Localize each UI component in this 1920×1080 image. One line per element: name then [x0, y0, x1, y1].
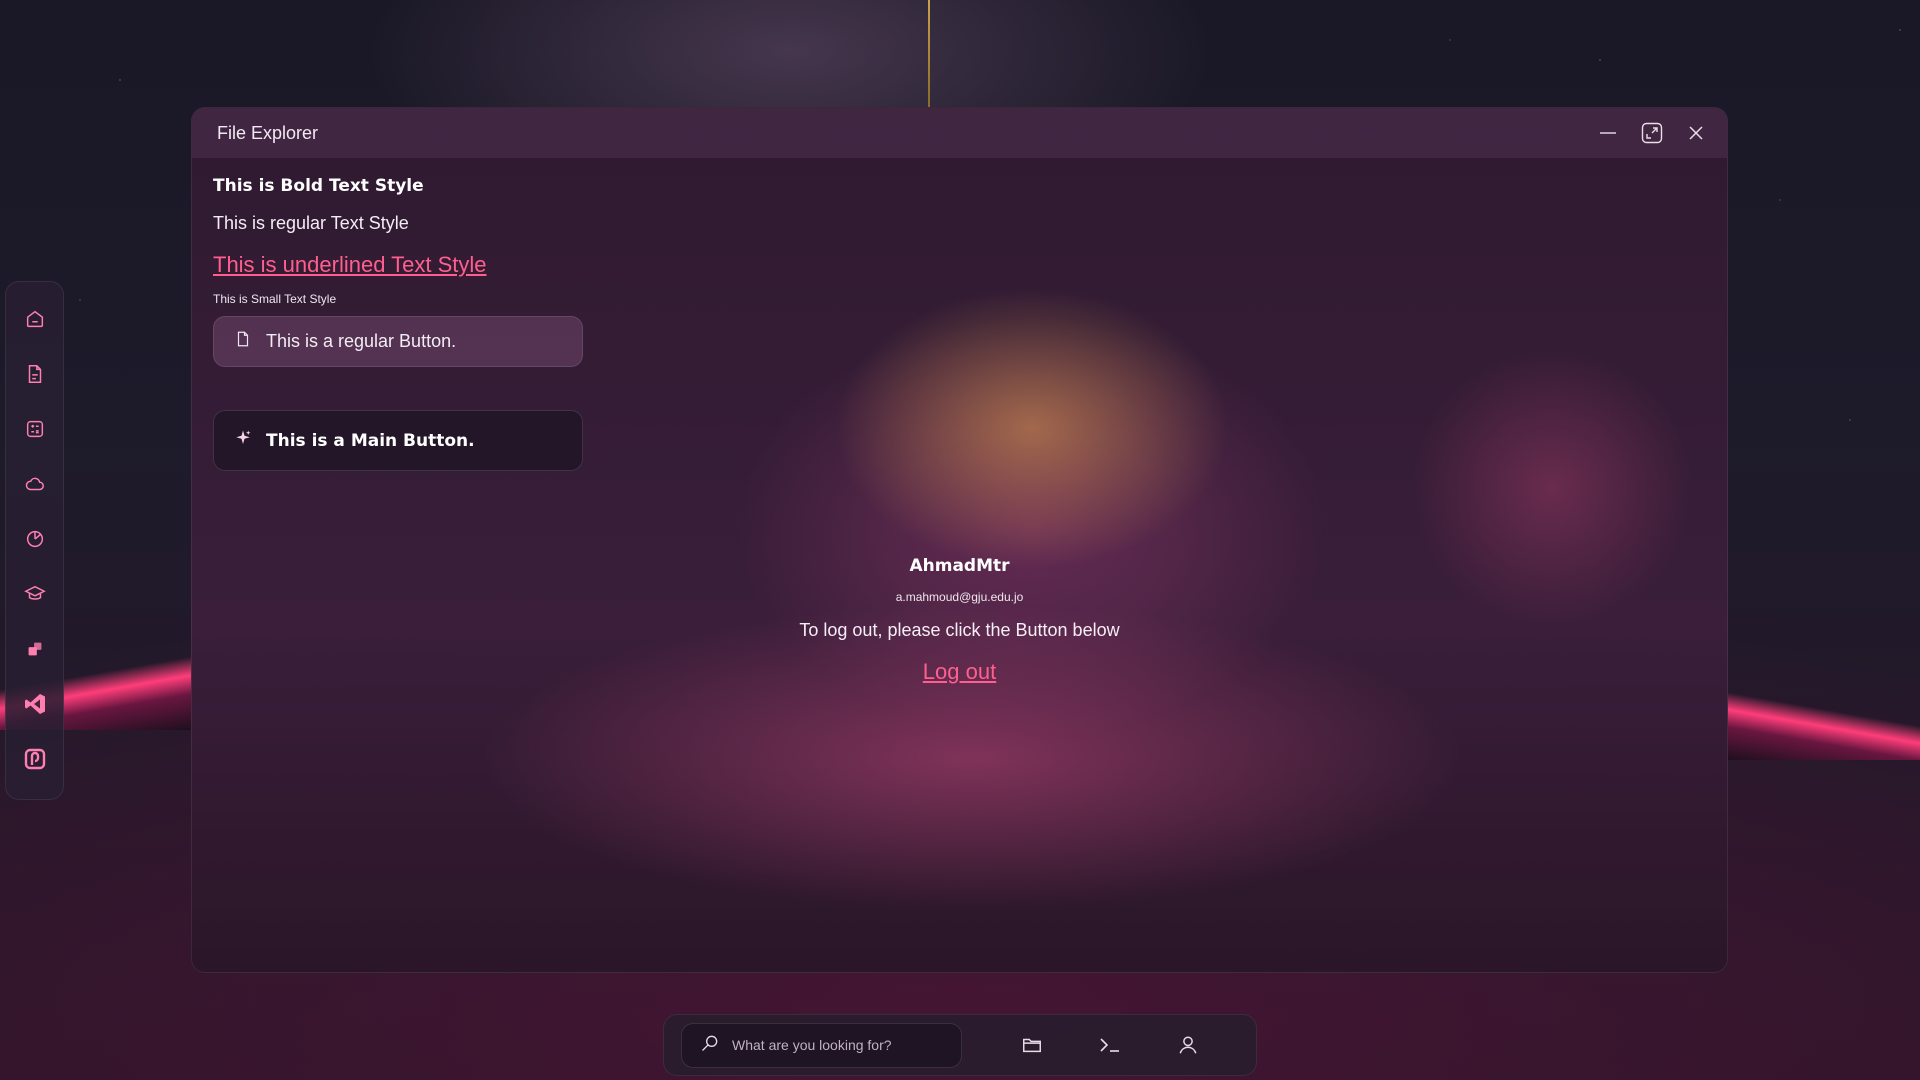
- window-titlebar[interactable]: File Explorer: [192, 108, 1727, 158]
- taskbar: [663, 1014, 1257, 1076]
- regular-button[interactable]: This is a regular Button.: [213, 316, 583, 367]
- side-dock: [5, 281, 64, 800]
- logout-message: To log out, please click the Button belo…: [799, 620, 1120, 640]
- calculator-icon[interactable]: [18, 412, 52, 446]
- terminal-icon[interactable]: [1098, 1033, 1122, 1057]
- profile-name: AhmadMtr: [909, 556, 1010, 576]
- wallpaper-horizon-right: [1720, 680, 1920, 760]
- app-icon[interactable]: [18, 632, 52, 666]
- minimize-icon[interactable]: [1597, 122, 1619, 144]
- search-box[interactable]: [681, 1022, 962, 1068]
- maximize-icon[interactable]: [1641, 122, 1663, 144]
- small-text-sample: This is Small Text Style: [213, 292, 337, 306]
- profile-section: AhmadMtr a.mahmoud@gju.edu.jo To log out…: [192, 556, 1727, 685]
- close-icon[interactable]: [1685, 122, 1707, 144]
- sparkle-icon: [234, 429, 252, 452]
- main-button[interactable]: This is a Main Button.: [213, 410, 583, 471]
- file-explorer-window: File Explorer This is Bold Text Style Th…: [191, 107, 1728, 973]
- taskbar-icons: [1020, 1033, 1200, 1057]
- window-title: File Explorer: [217, 122, 319, 143]
- document-icon[interactable]: [18, 357, 52, 391]
- search-input[interactable]: [732, 1037, 932, 1053]
- cloud-icon[interactable]: [18, 467, 52, 501]
- search-icon: [700, 1033, 720, 1058]
- folder-icon[interactable]: [1020, 1033, 1044, 1057]
- regular-text-sample: This is regular Text Style: [213, 213, 409, 233]
- main-button-label: This is a Main Button.: [266, 430, 475, 451]
- vscode-icon[interactable]: [18, 687, 52, 721]
- bold-text-sample: This is Bold Text Style: [213, 176, 424, 196]
- user-icon[interactable]: [1176, 1033, 1200, 1057]
- underlined-text-link[interactable]: This is underlined Text Style: [213, 252, 487, 278]
- profile-email: a.mahmoud@gju.edu.jo: [895, 590, 1024, 604]
- app2-icon[interactable]: [18, 742, 52, 776]
- home-icon[interactable]: [18, 302, 52, 336]
- chart-icon[interactable]: [18, 522, 52, 556]
- wallpaper-light-beam: [928, 0, 930, 107]
- file-icon: [234, 330, 252, 353]
- window-controls: [1597, 122, 1707, 144]
- graduation-icon[interactable]: [18, 577, 52, 611]
- window-content: This is Bold Text Style This is regular …: [192, 158, 1727, 684]
- logout-link[interactable]: Log out: [923, 659, 996, 685]
- regular-button-label: This is a regular Button.: [266, 331, 457, 351]
